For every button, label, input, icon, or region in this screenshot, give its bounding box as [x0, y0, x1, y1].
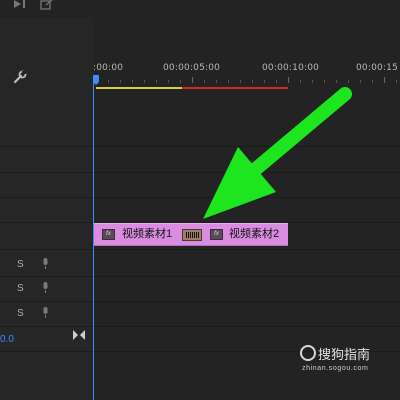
track-divider	[0, 301, 400, 302]
solo-button[interactable]: S	[17, 308, 24, 319]
clip-label: 视频素材1	[122, 228, 173, 240]
ruler-tick	[108, 80, 109, 83]
solo-button[interactable]: S	[17, 283, 24, 294]
track-divider	[0, 276, 400, 277]
edit-point-icon[interactable]	[182, 229, 202, 241]
ruler-tick	[120, 80, 121, 83]
ruler-tick	[180, 80, 181, 83]
playhead-line[interactable]	[93, 80, 94, 400]
watermark-url: zhinan.sogou.com	[302, 365, 369, 372]
watermark-name: 搜狗指南	[318, 348, 371, 363]
watermark: 搜狗指南 zhinan.sogou.com	[300, 344, 398, 376]
timecode-value[interactable]: 0.0	[0, 334, 14, 345]
ruler-tick	[204, 80, 205, 83]
ruler-tick	[276, 80, 277, 83]
microphone-icon[interactable]	[42, 307, 49, 318]
ruler-tick	[168, 80, 169, 83]
ruler-tick	[396, 80, 397, 83]
video-clip[interactable]: fx 视频素材1	[94, 223, 189, 246]
ruler-tick	[300, 80, 301, 83]
ruler-tick	[228, 80, 229, 83]
track-divider	[0, 326, 400, 327]
ruler-tick	[240, 80, 241, 83]
ruler-label: 00:00:10:00	[262, 63, 320, 73]
sogou-logo-icon	[300, 345, 316, 361]
track-divider	[0, 249, 400, 250]
microphone-icon[interactable]	[42, 282, 49, 293]
ruler-tick	[324, 80, 325, 83]
solo-button[interactable]: S	[17, 259, 24, 270]
ruler-tick	[360, 80, 361, 83]
work-area-bar-rendered[interactable]	[96, 87, 182, 89]
track-divider	[0, 172, 400, 173]
work-area-bar-unrendered[interactable]	[182, 87, 288, 89]
ruler-tick	[312, 80, 313, 83]
ruler-tick	[252, 80, 253, 83]
ruler-tick	[384, 77, 385, 83]
ruler-tick	[132, 80, 133, 83]
ruler-tick	[216, 80, 217, 83]
ruler-tick	[264, 80, 265, 83]
ruler-tick	[336, 80, 337, 83]
track-divider	[0, 197, 400, 198]
top-toolbar	[0, 0, 400, 18]
ruler-label: 00:00:05:00	[163, 63, 221, 73]
track-divider	[0, 146, 400, 147]
clip-label: 视频素材2	[229, 228, 280, 240]
ruler-tick	[348, 80, 349, 83]
wrench-icon[interactable]	[13, 70, 27, 84]
ruler-tick	[288, 77, 289, 83]
snap-icon[interactable]	[73, 330, 85, 340]
ruler-tick	[192, 77, 193, 83]
video-clip[interactable]: fx 视频素材2	[189, 223, 288, 246]
ruler-tick	[156, 80, 157, 83]
export-frame-icon[interactable]	[13, 0, 27, 10]
ruler-tick	[144, 80, 145, 83]
ruler-label: :00:00	[93, 63, 124, 73]
microphone-icon[interactable]	[42, 258, 49, 269]
ruler-tick	[372, 80, 373, 83]
ruler-label: 00:00:15	[356, 63, 399, 73]
share-icon[interactable]	[40, 0, 54, 10]
fx-badge: fx	[102, 229, 115, 240]
timeline-track-area[interactable]	[93, 18, 400, 400]
fx-badge: fx	[210, 229, 223, 240]
